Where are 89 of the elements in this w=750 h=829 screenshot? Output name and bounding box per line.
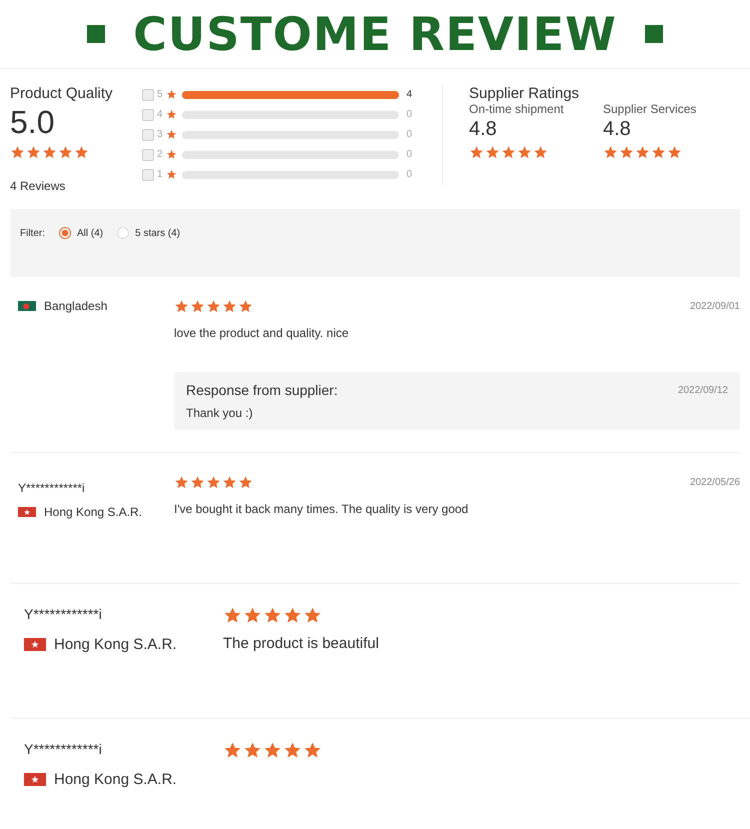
star-level-label: 1 (157, 169, 163, 180)
rating-count: 0 (406, 149, 412, 160)
star-icon (303, 741, 322, 760)
country-name: Bangladesh (44, 299, 108, 313)
star-icon (533, 145, 548, 160)
rating-count: 0 (406, 129, 412, 140)
radio-button[interactable] (59, 227, 71, 239)
review-count: 4 Reviews (10, 179, 66, 193)
star-filter-checkbox[interactable] (142, 88, 154, 100)
country-name: Hong Kong S.A.R. (54, 636, 177, 653)
country-name: Hong Kong S.A.R. (44, 505, 142, 519)
star-icon (238, 299, 253, 314)
rating-label: On-time shipment (469, 102, 565, 116)
flag-icon (24, 772, 46, 786)
star-icon (222, 299, 237, 314)
star-icon (74, 145, 89, 160)
star-icon (603, 145, 618, 160)
rating-count: 4 (406, 89, 412, 100)
star-icon (223, 741, 242, 760)
response-text: Thank you :) (186, 406, 254, 420)
star-filter-checkbox[interactable] (142, 148, 154, 160)
product-quality-score: 5.0 (10, 104, 56, 141)
star-icon (238, 475, 253, 490)
star-level-label: 5 (157, 89, 163, 100)
rating-score: 4.8 (603, 118, 632, 141)
filter-option[interactable]: All (4) (59, 227, 104, 239)
star-icon (58, 145, 73, 160)
star-icon (206, 475, 221, 490)
filter-option[interactable]: 5 stars (4) (117, 227, 180, 239)
rating-score: 4.8 (469, 118, 498, 141)
response-date: 2022/09/12 (678, 384, 728, 396)
review-text: I've bought it back many times. The quality is very good (174, 502, 470, 516)
star-icon (166, 169, 177, 180)
star-icon (26, 145, 41, 160)
star-icon (174, 475, 189, 490)
star-filter-checkbox[interactable] (142, 168, 154, 180)
supplier-ratings-title: Supplier Ratings (469, 85, 580, 102)
star-level-label: 3 (157, 129, 163, 140)
star-icon (263, 741, 282, 760)
star-filter-checkbox[interactable] (142, 108, 154, 120)
star-icon (166, 129, 177, 140)
review-text: love the product and quality. nice (174, 326, 350, 340)
star-icon (223, 606, 242, 625)
star-icon (190, 475, 205, 490)
rating-label: Supplier Services (603, 102, 698, 116)
star-icon (501, 145, 516, 160)
star-icon (619, 145, 634, 160)
product-quality-label: Product Quality (10, 85, 114, 102)
country-name: Hong Kong S.A.R. (54, 771, 177, 788)
star-icon (283, 606, 302, 625)
review-text: The product is beautiful (223, 635, 379, 652)
filter-label: Filter: (20, 228, 45, 238)
star-icon (222, 475, 237, 490)
star-icon (469, 145, 484, 160)
star-icon (263, 606, 282, 625)
review-date: 2022/09/01 (690, 301, 740, 312)
star-filter-checkbox[interactable] (142, 128, 154, 140)
star-icon (206, 299, 221, 314)
star-icon (243, 606, 262, 625)
rating-count: 0 (406, 109, 412, 120)
square-icon (644, 25, 663, 43)
response-title: Response from supplier: (186, 382, 338, 398)
rating-count: 0 (406, 169, 412, 180)
banner-title: CUSTOME REVIEW (133, 7, 617, 61)
star-icon (667, 145, 682, 160)
star-icon (651, 145, 666, 160)
reviewer-name: Y************i (18, 481, 86, 495)
star-level-label: 4 (157, 109, 163, 120)
reviewer-name: Y************i (24, 741, 103, 757)
star-icon (166, 89, 177, 100)
flag-icon (24, 638, 46, 652)
flag-icon (18, 506, 36, 518)
star-icon (635, 145, 650, 160)
star-level-label: 2 (157, 149, 163, 160)
star-icon (517, 145, 532, 160)
star-icon (166, 149, 177, 160)
square-icon (87, 25, 106, 43)
star-icon (303, 606, 322, 625)
flag-icon (18, 300, 36, 312)
star-icon (42, 145, 57, 160)
reviewer-name: Y************i (24, 606, 103, 622)
review-date: 2022/05/26 (690, 477, 740, 488)
star-icon (174, 299, 189, 314)
star-icon (485, 145, 500, 160)
star-icon (243, 741, 262, 760)
star-icon (283, 741, 302, 760)
star-icon (166, 109, 177, 120)
star-icon (10, 145, 25, 160)
star-icon (190, 299, 205, 314)
